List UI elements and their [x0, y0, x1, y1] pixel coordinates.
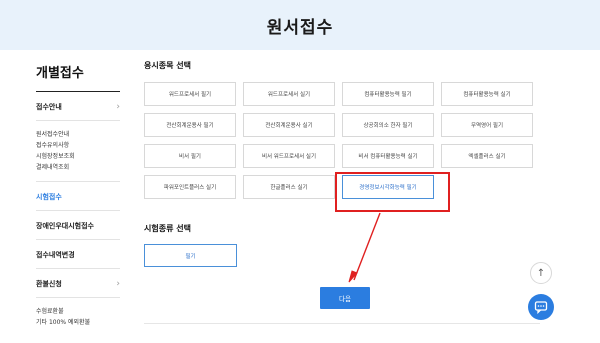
subject-option[interactable]: 비서 워드프로세서 실기	[243, 144, 335, 168]
subject-option[interactable]: 워드프로세서 필기	[144, 82, 236, 106]
sidebar-sub-list: 원서접수안내 접수유의사항 시험장정보조회 결제내역조회	[36, 120, 120, 173]
sidebar-subitem-venue[interactable]: 시험장정보조회	[36, 151, 120, 162]
sidebar-item-label: 시험접수	[36, 193, 62, 201]
sidebar-item-label: 접수내역변경	[36, 251, 75, 259]
subject-option[interactable]: 전산회계운용사 필기	[144, 113, 236, 137]
sidebar-sub-list: 수험료환불 기타 100% 예외환불	[36, 297, 120, 328]
sidebar: 개별접수 접수안내 › 원서접수안내 접수유의사항 시험장정보조회 결제내역조회…	[36, 62, 120, 336]
arrow-up-icon: ↑	[536, 267, 546, 279]
sidebar-item-refund[interactable]: 환불신청 ›	[36, 279, 120, 289]
sidebar-subitem-exception-refund[interactable]: 기타 100% 예외환불	[36, 317, 120, 328]
annotation-highlight-box	[335, 172, 450, 212]
chat-button[interactable]	[528, 294, 554, 320]
subject-option[interactable]: 비서 컴퓨터활용능력 실기	[342, 144, 434, 168]
subject-option[interactable]: 워드프로세서 실기	[243, 82, 335, 106]
subject-option[interactable]: 전산회계운용사 실기	[243, 113, 335, 137]
sidebar-subitem-guide[interactable]: 원서접수안내	[36, 129, 120, 140]
sidebar-group-info: 접수안내 › 원서접수안내 접수유의사항 시험장정보조회 결제내역조회	[36, 92, 120, 182]
sidebar-group-disabled: 장애인우대시험접수	[36, 211, 120, 240]
exam-type-section-title: 시험종류 선택	[144, 224, 191, 233]
exam-type-option[interactable]: 필기	[144, 244, 237, 267]
sidebar-item-label: 장애인우대시험접수	[36, 222, 94, 230]
sidebar-subitem-fee-refund[interactable]: 수험료환불	[36, 306, 120, 317]
sidebar-subitem-payment[interactable]: 결제내역조회	[36, 162, 120, 173]
subject-option[interactable]: 컴퓨터활용능력 실기	[441, 82, 533, 106]
sidebar-item-exam-registration[interactable]: 시험접수	[36, 192, 120, 202]
sidebar-item-disabled-registration[interactable]: 장애인우대시험접수	[36, 221, 120, 231]
subject-option[interactable]: 상공회의소 한자 필기	[342, 113, 434, 137]
sidebar-item-change[interactable]: 접수내역변경	[36, 250, 120, 260]
sidebar-title: 개별접수	[36, 62, 120, 92]
subject-option[interactable]: 파워포인트플러스 실기	[144, 175, 236, 199]
subject-option[interactable]: 한글플러스 실기	[243, 175, 335, 199]
subject-option[interactable]: 무역영어 필기	[441, 113, 533, 137]
chevron-right-icon: ›	[116, 279, 120, 289]
chevron-right-icon: ›	[116, 102, 120, 112]
chat-icon	[534, 301, 548, 314]
subject-option[interactable]: 비서 필기	[144, 144, 236, 168]
subject-option[interactable]: 컴퓨터활용능력 필기	[342, 82, 434, 106]
sidebar-group-exam: 시험접수	[36, 182, 120, 211]
sidebar-group-refund: 환불신청 › 수험료환불 기타 100% 예외환불	[36, 269, 120, 336]
sidebar-subitem-notes[interactable]: 접수유의사항	[36, 140, 120, 151]
sidebar-item-label: 환불신청	[36, 280, 62, 288]
divider	[144, 323, 540, 324]
sidebar-item-label: 접수안내	[36, 103, 62, 111]
subject-option[interactable]: 엑셀플러스 실기	[441, 144, 533, 168]
scroll-top-button[interactable]: ↑	[530, 262, 552, 284]
page-banner: 원서접수	[0, 0, 600, 50]
subject-section-title: 응시종목 선택	[144, 61, 191, 70]
next-button[interactable]: 다음	[320, 287, 370, 309]
page-title: 원서접수	[266, 17, 334, 38]
sidebar-group-change: 접수내역변경	[36, 240, 120, 269]
sidebar-item-info[interactable]: 접수안내 ›	[36, 102, 120, 112]
